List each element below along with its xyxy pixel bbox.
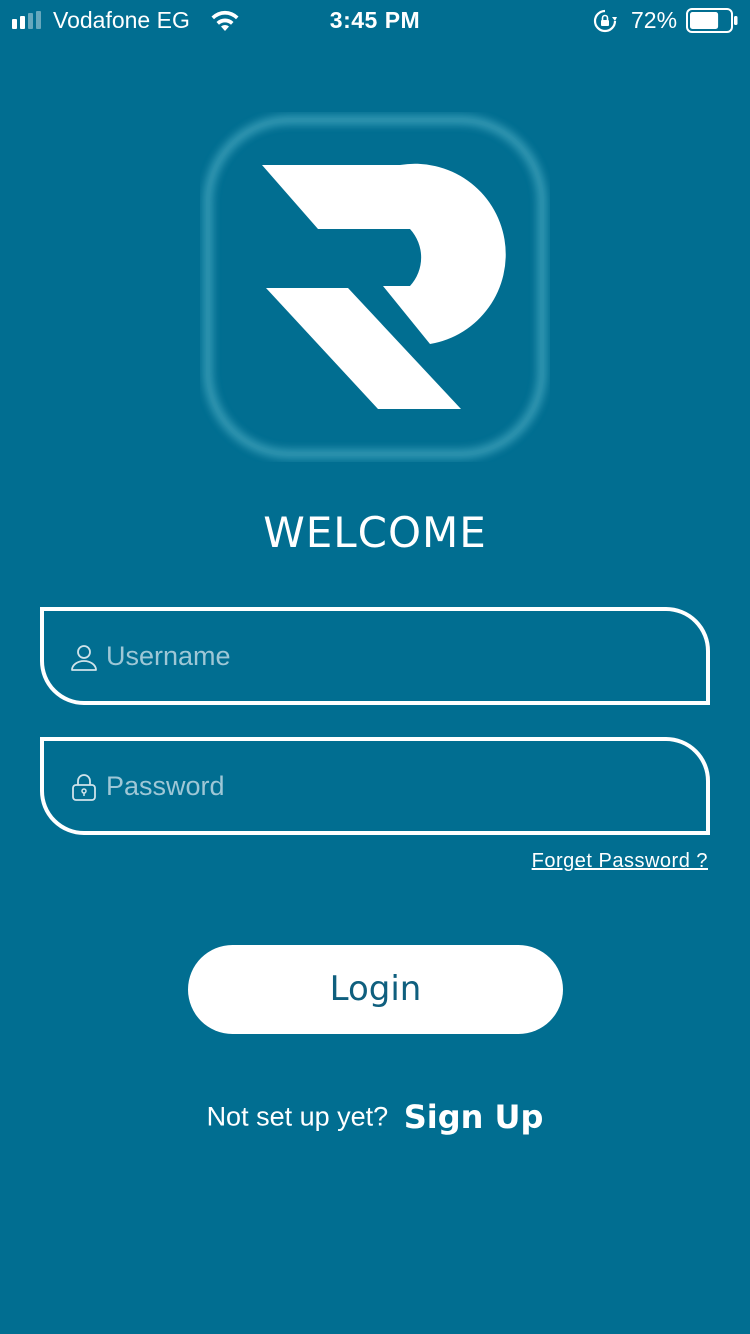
battery-icon — [686, 8, 738, 33]
battery-percent: 72% — [631, 7, 678, 33]
r-logo-icon — [203, 115, 547, 459]
forgot-password-link[interactable]: Forget Password ? — [532, 850, 708, 873]
signup-row: Not set up yet? Sign Up — [0, 1098, 750, 1136]
signup-prompt: Not set up yet? — [206, 1101, 389, 1132]
status-bar: Vodafone EG 3:45 PM 72% — [0, 0, 750, 40]
signup-link[interactable]: Sign Up — [404, 1098, 544, 1136]
password-field-container[interactable] — [40, 737, 710, 835]
username-input[interactable] — [106, 631, 686, 681]
welcome-title: WELCOME — [263, 508, 487, 557]
lock-icon — [72, 774, 96, 801]
login-button[interactable]: Login — [188, 945, 563, 1034]
user-icon — [71, 645, 97, 671]
username-field-container[interactable] — [40, 607, 710, 705]
orientation-lock-icon — [593, 9, 617, 33]
password-input[interactable] — [106, 761, 686, 811]
